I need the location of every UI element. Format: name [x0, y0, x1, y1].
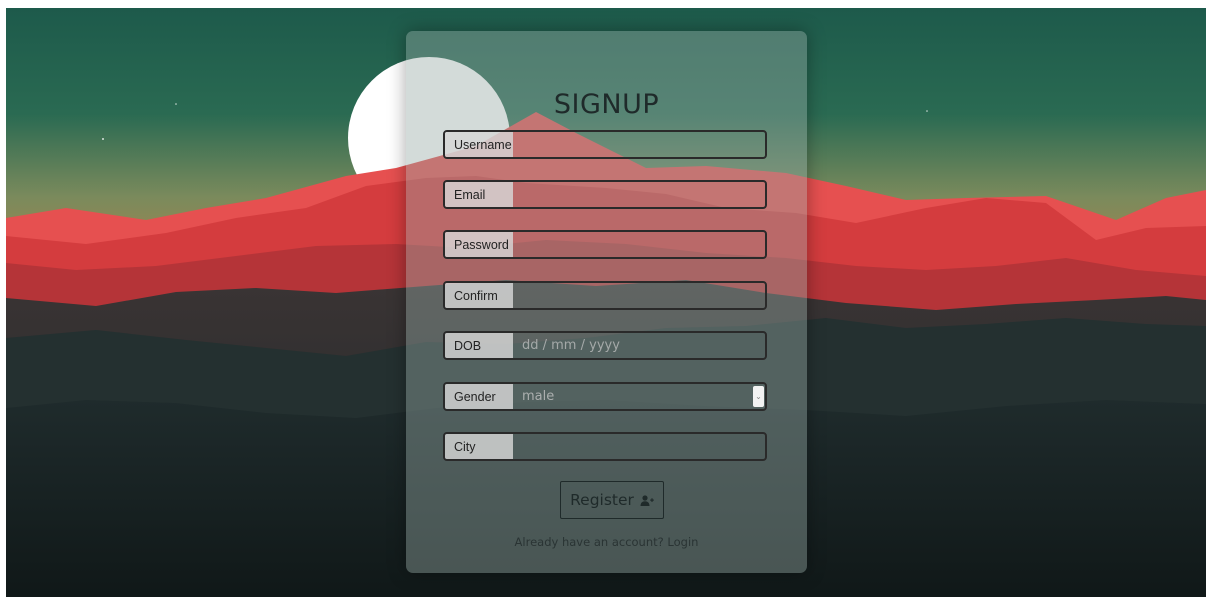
email-field: Email — [443, 180, 767, 209]
password-label: Password — [445, 232, 513, 257]
username-field: Username — [443, 130, 767, 159]
confirm-field: Confirm — [443, 281, 767, 310]
chevron-down-icon[interactable]: ⌄ — [753, 386, 764, 407]
city-label: City — [445, 434, 513, 459]
signup-card: SIGNUP Username Email Password Confirm D… — [406, 31, 807, 573]
gender-select[interactable]: male ⌄ — [513, 384, 765, 409]
email-input[interactable] — [513, 182, 765, 207]
page-title: SIGNUP — [553, 89, 660, 120]
login-prompt-text: Already have an account? — [514, 535, 664, 549]
city-field: City — [443, 432, 767, 461]
gender-field: Gender male ⌄ — [443, 382, 767, 411]
gender-selected-value: male — [522, 389, 555, 404]
password-field: Password — [443, 230, 767, 259]
dob-field: DOB — [443, 331, 767, 360]
register-button[interactable]: Register — [560, 481, 664, 519]
dob-input[interactable] — [513, 333, 765, 358]
gender-label: Gender — [445, 384, 513, 409]
password-input[interactable] — [513, 232, 765, 257]
email-label: Email — [445, 182, 513, 207]
login-link[interactable]: Login — [667, 535, 698, 549]
login-prompt: Already have an account? Login — [406, 535, 807, 549]
confirm-input[interactable] — [513, 283, 765, 308]
confirm-label: Confirm — [445, 283, 513, 308]
city-input[interactable] — [513, 434, 765, 459]
username-input[interactable] — [513, 132, 765, 157]
register-label: Register — [570, 491, 634, 509]
user-plus-icon — [640, 494, 654, 506]
username-label: Username — [445, 132, 513, 157]
dob-label: DOB — [445, 333, 513, 358]
